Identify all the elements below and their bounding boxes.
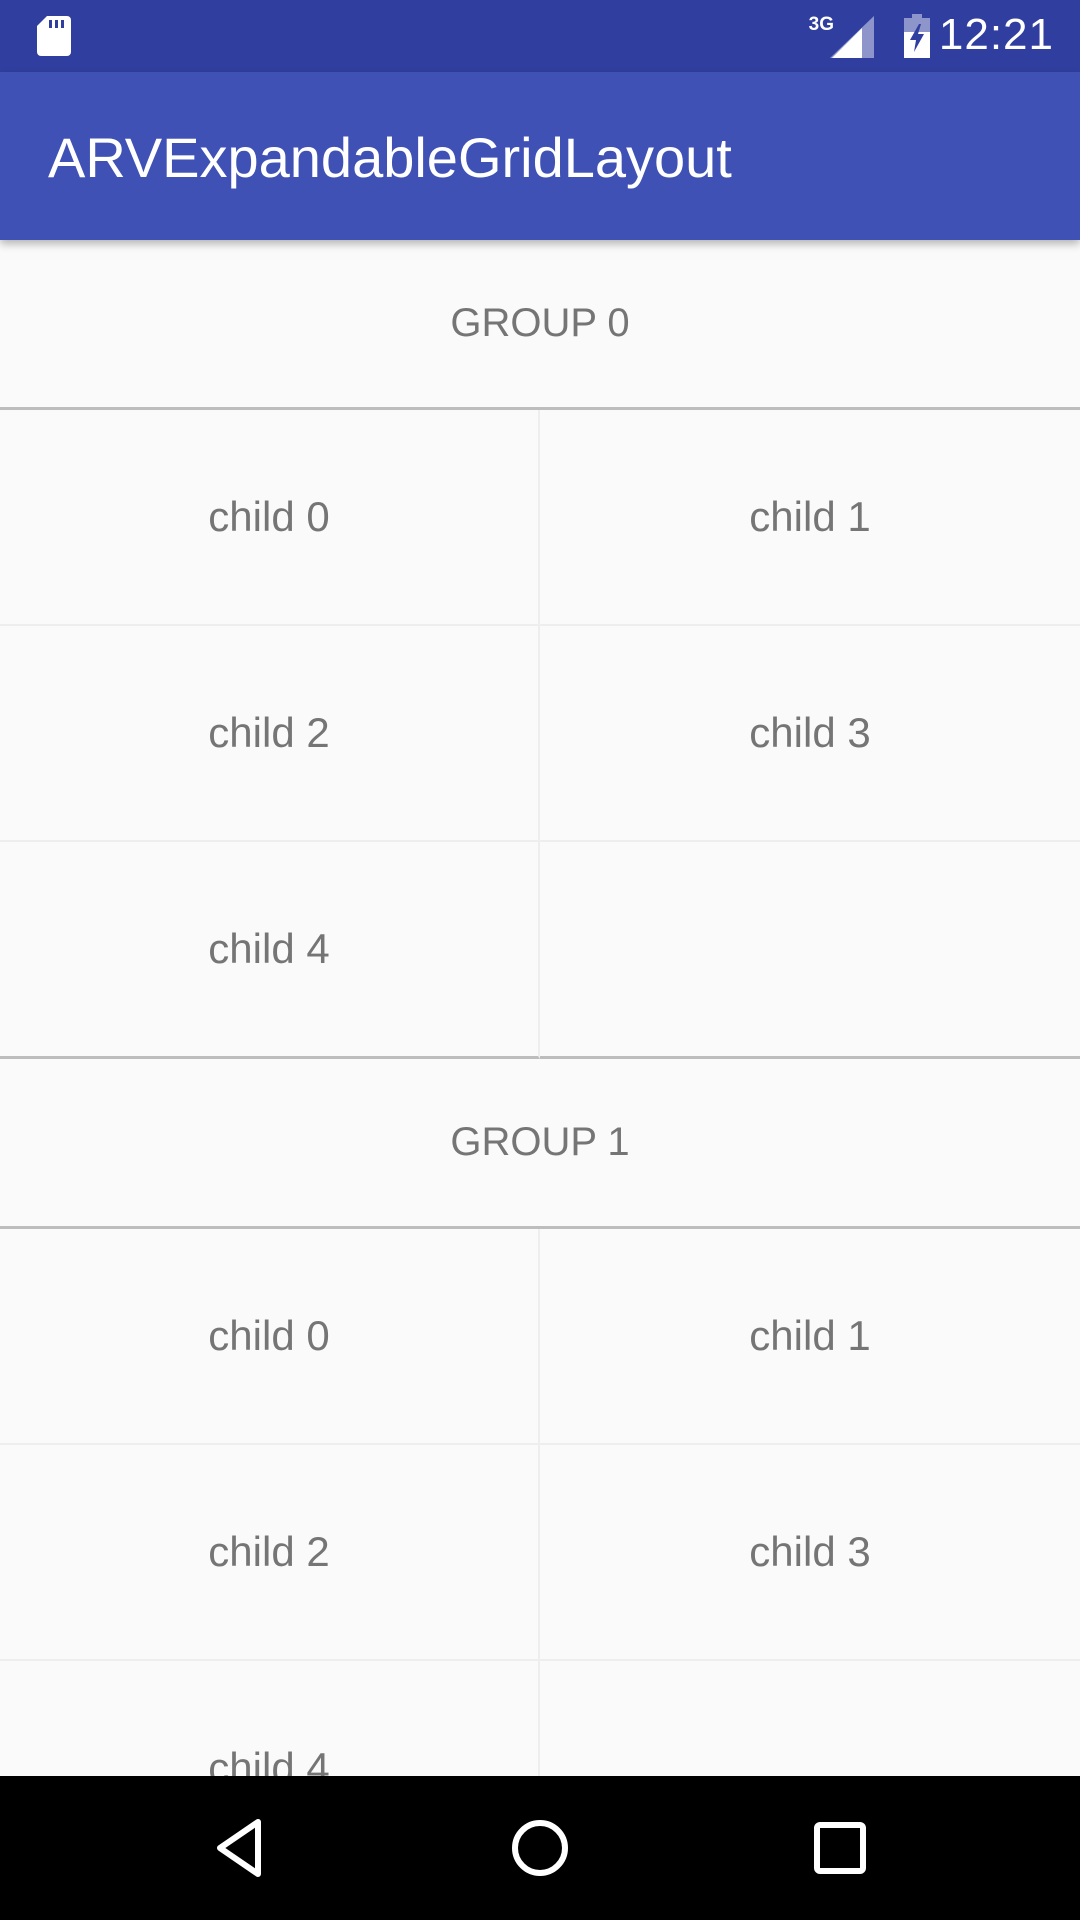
signal-icon [830, 16, 874, 58]
app-bar: ARVExpandableGridLayout [0, 72, 1080, 240]
group-grid-1: child 0 child 1 child 2 child 3 child 4 [0, 1229, 1080, 1776]
clock: 12:21 [938, 10, 1054, 59]
navigation-bar [0, 1776, 1080, 1920]
recents-icon[interactable] [804, 1812, 876, 1884]
group-header-0[interactable]: GROUP 0 [0, 240, 1080, 410]
home-icon[interactable] [504, 1812, 576, 1884]
status-bar: 3G 12:21 [0, 0, 1080, 72]
grid-cell-child-1[interactable]: child 1 [540, 410, 1080, 626]
grid-cell-child-1[interactable]: child 1 [540, 1229, 1080, 1445]
grid-cell-child-2[interactable]: child 2 [0, 1445, 540, 1661]
group-header-1[interactable]: GROUP 1 [0, 1059, 1080, 1229]
back-icon[interactable] [204, 1812, 276, 1884]
expandable-grid-list[interactable]: GROUP 0 child 0 child 1 child 2 child 3 … [0, 240, 1080, 1776]
grid-cell-child-0[interactable]: child 0 [0, 1229, 540, 1445]
grid-cell-empty [540, 1661, 1080, 1776]
grid-cell-child-3[interactable]: child 3 [540, 1445, 1080, 1661]
sd-card-icon [37, 16, 71, 56]
grid-cell-child-2[interactable]: child 2 [0, 626, 540, 842]
battery-charging-icon [904, 14, 930, 58]
grid-cell-child-4[interactable]: child 4 [0, 842, 540, 1059]
grid-cell-child-3[interactable]: child 3 [540, 626, 1080, 842]
app-title: ARVExpandableGridLayout [48, 126, 732, 189]
grid-cell-child-0[interactable]: child 0 [0, 410, 540, 626]
grid-cell-child-4[interactable]: child 4 [0, 1661, 540, 1776]
grid-cell-empty [540, 842, 1080, 1059]
group-grid-0: child 0 child 1 child 2 child 3 child 4 [0, 410, 1080, 1059]
